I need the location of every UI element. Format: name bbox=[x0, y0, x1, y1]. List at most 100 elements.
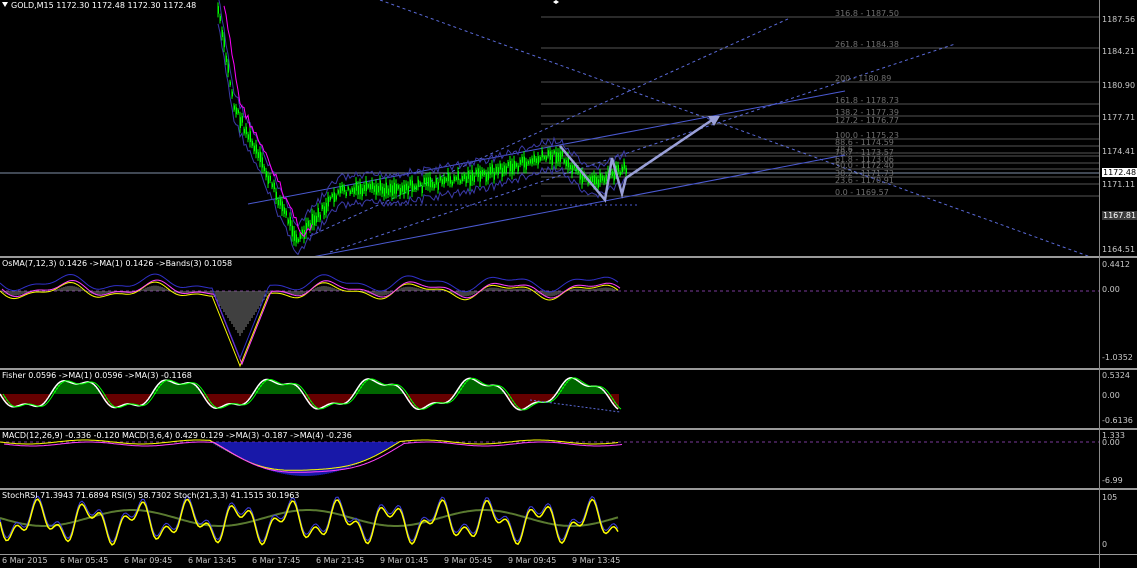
chart-menu-triangle-icon[interactable] bbox=[2, 2, 8, 7]
time-axis-label: 9 Mar 05:45 bbox=[444, 556, 493, 565]
price-candle-body bbox=[503, 165, 505, 173]
price-chart-pane[interactable]: GOLD,M15 1172.30 1172.48 1172.30 1172.48 bbox=[0, 0, 1099, 256]
fisher-pane[interactable]: Fisher 0.0596 ->MA(1) 0.0596 ->MA(3) -0.… bbox=[0, 370, 1099, 428]
price-candle-body bbox=[527, 160, 529, 165]
stochrsi-axis[interactable]: 105 0 bbox=[1099, 490, 1137, 554]
time-axis-label: 6 Mar 21:45 bbox=[316, 556, 365, 565]
osma-title: OsMA(7,12,3) 0.1426 ->MA(1) 0.1426 ->Ban… bbox=[2, 259, 233, 268]
price-candle-body bbox=[367, 184, 369, 188]
price-candle-body bbox=[605, 174, 607, 182]
price-chart-canvas[interactable] bbox=[0, 0, 1099, 256]
time-axis-label: 6 Mar 05:45 bbox=[60, 556, 109, 565]
price-candle-body bbox=[359, 183, 361, 195]
osma-band-line bbox=[0, 273, 619, 360]
price-candle-body bbox=[347, 186, 349, 190]
price-candle-body bbox=[371, 181, 373, 190]
price-candle-body bbox=[351, 188, 353, 193]
price-candle-body bbox=[295, 234, 297, 243]
price-candle-body bbox=[415, 185, 417, 190]
macd-axis-tick: -6.99 bbox=[1102, 476, 1123, 485]
time-axis-label: 6 Mar 13:45 bbox=[188, 556, 237, 565]
price-candle-body bbox=[441, 179, 443, 185]
price-candle-body bbox=[621, 166, 623, 173]
price-candle-body bbox=[291, 225, 293, 237]
osma-canvas[interactable] bbox=[0, 258, 1099, 368]
price-candle-body bbox=[245, 126, 247, 135]
price-candle-body bbox=[257, 152, 259, 158]
price-candle-body bbox=[391, 185, 393, 196]
price-candle-body bbox=[267, 175, 269, 184]
price-axis-tick: 1171.11 bbox=[1102, 180, 1136, 189]
osma-ma-line bbox=[1, 279, 621, 366]
osma-axis[interactable]: 0.4412 0.00 -1.0352 bbox=[1099, 258, 1137, 368]
price-candle-body bbox=[501, 167, 503, 177]
price-candle-body bbox=[569, 164, 571, 169]
price-candle-body bbox=[325, 202, 327, 213]
price-candle-body bbox=[335, 195, 337, 200]
fib-level-label: 0.0 - 1169.57 bbox=[835, 188, 889, 197]
price-candle-body bbox=[229, 81, 231, 86]
price-candle-body bbox=[487, 171, 489, 181]
price-candle-body bbox=[419, 182, 421, 186]
price-candle-body bbox=[455, 176, 457, 180]
osma-pane[interactable]: OsMA(7,12,3) 0.1426 ->MA(1) 0.1426 ->Ban… bbox=[0, 258, 1099, 368]
price-candle-body bbox=[493, 171, 495, 180]
dashed-trendline bbox=[379, 0, 1090, 256]
price-candle-body bbox=[531, 158, 533, 164]
price-candle-body bbox=[457, 171, 459, 181]
macd-ma-line bbox=[3, 441, 623, 473]
price-candle-body bbox=[327, 196, 329, 207]
macd-pane[interactable]: MACD(12,26,9) -0.336 -0.120 MACD(3,6,4) … bbox=[0, 430, 1099, 488]
price-candle-body bbox=[323, 206, 325, 215]
price-candle-body bbox=[279, 198, 281, 206]
price-candle-body bbox=[405, 183, 407, 191]
price-chart-title: GOLD,M15 1172.30 1172.48 1172.30 1172.48 bbox=[2, 1, 196, 10]
price-candle-body bbox=[509, 160, 511, 172]
price-candle-body bbox=[483, 170, 485, 175]
price-candle-body bbox=[463, 174, 465, 179]
price-candle-body bbox=[317, 207, 319, 218]
price-candle-body bbox=[453, 176, 455, 182]
time-axis[interactable]: 6 Mar 2015 6 Mar 05:45 6 Mar 09:45 6 Mar… bbox=[0, 555, 1099, 568]
time-axis-label: 9 Mar 09:45 bbox=[508, 556, 557, 565]
price-candle-body bbox=[255, 144, 257, 154]
price-candle-body bbox=[599, 173, 601, 183]
fisher-axis-tick: 0.5324 bbox=[1102, 371, 1130, 380]
price-candle-body bbox=[249, 131, 251, 143]
price-candle-body bbox=[459, 180, 461, 184]
price-candle-body bbox=[613, 171, 615, 181]
fisher-axis[interactable]: 0.5324 0.00 -0.6136 bbox=[1099, 370, 1137, 428]
price-candle-body bbox=[265, 171, 267, 178]
price-candle-body bbox=[339, 186, 341, 194]
price-candle-body bbox=[399, 187, 401, 196]
price-candle-body bbox=[481, 169, 483, 176]
stochrsi-pane[interactable]: StochRSI 71.3943 71.6894 RSI(5) 58.7302 … bbox=[0, 490, 1099, 554]
price-candle-body bbox=[617, 165, 619, 172]
price-candle-body bbox=[535, 158, 537, 164]
time-axis-label: 9 Mar 01:45 bbox=[380, 556, 429, 565]
price-candle-body bbox=[241, 116, 243, 123]
price-candle-body bbox=[253, 145, 255, 152]
price-candle-body bbox=[281, 201, 283, 212]
price-candle-body bbox=[601, 175, 603, 181]
price-candle-body bbox=[475, 169, 477, 175]
price-candle-body bbox=[593, 175, 595, 185]
price-candle-body bbox=[471, 170, 473, 181]
price-candle-body bbox=[319, 214, 321, 220]
macd-title: MACD(12,26,9) -0.336 -0.120 MACD(3,6,4) … bbox=[2, 431, 352, 440]
price-candle-body bbox=[461, 176, 463, 182]
time-axis-label: 6 Mar 17:45 bbox=[252, 556, 301, 565]
price-candle-body bbox=[473, 175, 475, 183]
stochrsi-axis-tick: 105 bbox=[1102, 493, 1118, 502]
macd-axis-tick: 0.00 bbox=[1102, 438, 1120, 447]
macd-axis[interactable]: 1.333 0.00 -6.99 bbox=[1099, 430, 1137, 488]
price-candle-body bbox=[333, 192, 335, 202]
price-candle-body bbox=[511, 163, 513, 175]
price-chart-title-text: GOLD,M15 1172.30 1172.48 1172.30 1172.48 bbox=[11, 1, 197, 10]
price-axis[interactable]: 1187.56 1184.21 1180.90 1177.71 1174.41 … bbox=[1099, 0, 1137, 256]
price-axis-tick: 1174.41 bbox=[1102, 147, 1136, 156]
price-candle-body bbox=[231, 91, 233, 97]
price-candle-body bbox=[407, 185, 409, 195]
price-candle-body bbox=[379, 180, 381, 191]
price-candle-body bbox=[331, 193, 333, 198]
